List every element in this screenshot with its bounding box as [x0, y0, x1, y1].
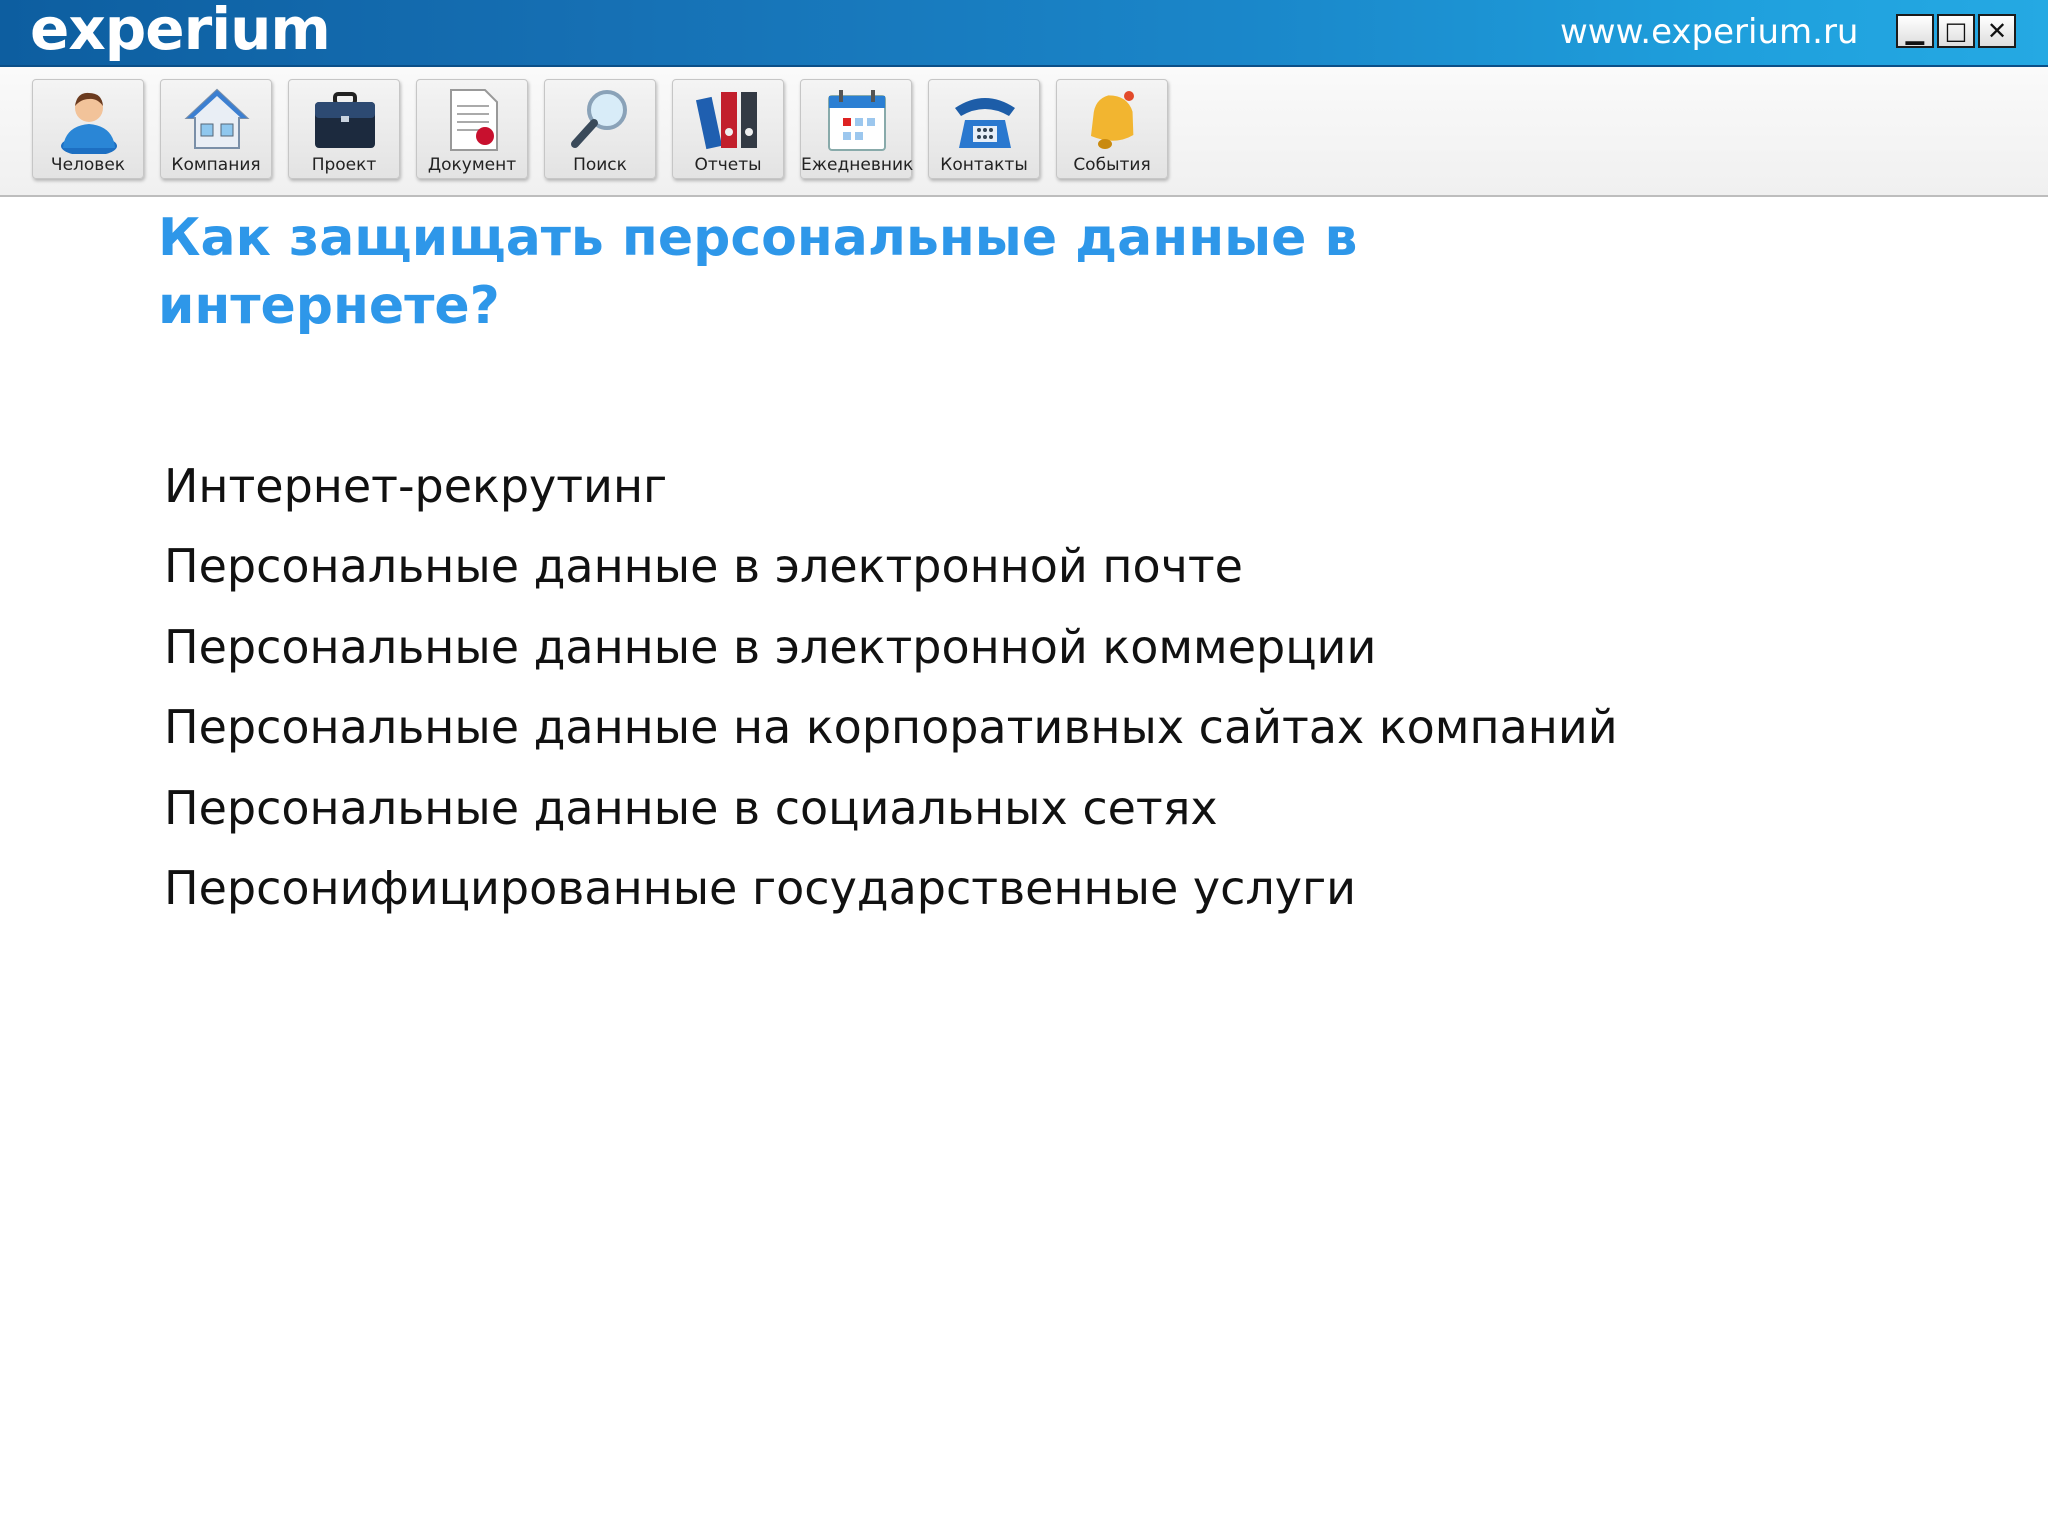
toolbar-button-document[interactable]: Документ	[416, 79, 528, 179]
minimize-icon: ▁	[1905, 17, 1925, 45]
maximize-icon: □	[1944, 17, 1968, 45]
app-window: experium www.experium.ru ▁ □ ✕ Человек К…	[0, 0, 2048, 1536]
calendar-icon	[828, 90, 886, 151]
minimize-button[interactable]: ▁	[1896, 14, 1934, 48]
toolbar-label-document: Документ	[427, 155, 517, 175]
toolbar-label-search: Поиск	[573, 155, 627, 175]
experium-logo: experium	[30, 0, 331, 63]
toolbar-button-company[interactable]: Компания	[160, 79, 272, 179]
toolbar-button-events[interactable]: События	[1056, 79, 1168, 179]
toolbar-label-events: События	[1073, 155, 1151, 175]
binders-icon	[695, 92, 757, 150]
telephone-icon	[955, 98, 1015, 148]
person-icon	[61, 92, 117, 154]
toolbar: Человек Компания Проект Документ Поиск О…	[0, 67, 2048, 197]
toolbar-button-contacts[interactable]: Контакты	[928, 79, 1040, 179]
toolbar-label-company: Компания	[171, 155, 261, 175]
toolbar-label-person: Человек	[50, 155, 126, 175]
list-item: Интернет-рекрутинг	[164, 459, 668, 513]
list-item: Персональные данные в социальных сетях	[164, 780, 1218, 835]
title-bar: experium www.experium.ru ▁ □ ✕	[0, 0, 2048, 67]
document-icon	[450, 89, 498, 151]
bell-icon	[1090, 91, 1134, 149]
toolbar-button-search[interactable]: Поиск	[544, 79, 656, 179]
close-icon: ✕	[1986, 17, 2008, 45]
list-item: Персональные данные на корпоративных сай…	[164, 700, 1618, 755]
close-button[interactable]: ✕	[1978, 14, 2016, 48]
toolbar-button-reports[interactable]: Отчеты	[672, 79, 784, 179]
page-title: Как защищать персональные данные в интер…	[158, 208, 1358, 336]
topic-list: Интернет-рекрутинг Персональные данные в…	[164, 446, 1618, 928]
briefcase-icon	[315, 92, 375, 148]
list-item: Персональные данные в электронной коммер…	[164, 619, 1377, 674]
toolbar-label-contacts: Контакты	[940, 155, 1028, 175]
maximize-button[interactable]: □	[1937, 14, 1975, 48]
toolbar-label-reports: Отчеты	[694, 155, 762, 175]
list-item: Персонифицированные государственные услу…	[164, 861, 1357, 916]
site-url: www.experium.ru	[1560, 12, 1859, 52]
list-item: Персональные данные в электронной почте	[164, 539, 1243, 594]
magnifier-icon	[571, 90, 627, 148]
toolbar-button-project[interactable]: Проект	[288, 79, 400, 179]
toolbar-label-planner: Ежедневник	[801, 155, 914, 175]
window-controls: ▁ □ ✕	[1896, 14, 2016, 48]
toolbar-button-planner[interactable]: Ежедневник	[800, 79, 914, 179]
house-icon	[184, 88, 250, 149]
toolbar-button-person[interactable]: Человек	[32, 79, 144, 179]
toolbar-label-project: Проект	[311, 155, 377, 175]
